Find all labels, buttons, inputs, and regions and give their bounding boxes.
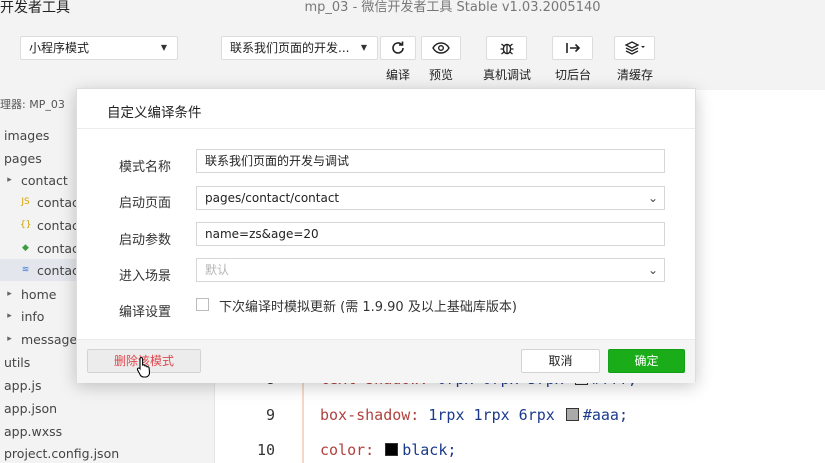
switch-background-label: 切后台 xyxy=(554,68,591,82)
preview-button[interactable] xyxy=(421,36,461,60)
tree-item-label: app.wxss xyxy=(4,423,63,439)
css-value-tail: #aaa; xyxy=(582,406,628,424)
color-swatch[interactable] xyxy=(565,408,579,421)
tree-item[interactable]: ▸ home xyxy=(0,283,56,305)
tree-item-label: message xyxy=(21,331,78,347)
color-swatch[interactable] xyxy=(385,443,399,456)
tree-item-label: home xyxy=(21,286,57,302)
scene-placeholder: 默认 xyxy=(205,263,230,277)
switch-background-button[interactable] xyxy=(552,36,593,60)
tree-item[interactable]: utils xyxy=(0,351,30,373)
mode-select-value: 小程序模式 xyxy=(29,41,90,55)
tree-item[interactable]: ▸ contact xyxy=(0,169,68,191)
refresh-icon xyxy=(392,41,404,54)
compile-button[interactable] xyxy=(380,36,416,60)
js-file-icon: JS xyxy=(21,197,30,207)
scene-select[interactable]: 默认 ⌄ xyxy=(196,258,665,282)
caret-down-icon: ▼ xyxy=(360,43,367,52)
simulate-update-text: 下次编译时模拟更新 (需 1.9.90 及以上基础库版本) xyxy=(219,300,517,315)
mode-name-input[interactable]: 联系我们页面的开发与调试 xyxy=(196,149,665,173)
tree-item[interactable]: app.wxss xyxy=(0,420,62,442)
css-property: color: xyxy=(320,441,375,459)
compile-mode-select[interactable]: 联系我们页面的开发... ▼ xyxy=(221,36,378,60)
tree-item[interactable]: pages xyxy=(0,147,42,169)
folder-icon: ▸ xyxy=(7,334,12,344)
mode-select[interactable]: 小程序模式 ▼ xyxy=(20,36,178,60)
switch-background-icon xyxy=(565,43,580,53)
dialog-title: 自定义编译条件 xyxy=(107,105,202,121)
tree-item-label: pages xyxy=(4,150,42,166)
compile-settings-label: 编译设置 xyxy=(119,305,172,320)
mode-name-label: 模式名称 xyxy=(119,160,172,175)
tree-item[interactable]: ▸ message xyxy=(0,328,77,350)
preview-label: 预览 xyxy=(428,68,453,82)
tree-item[interactable]: app.js xyxy=(0,374,42,396)
start-params-value: name=zs&age=20 xyxy=(205,227,319,241)
css-property: box-shadow: xyxy=(320,406,420,424)
css-value xyxy=(374,441,383,459)
wxss-file-icon: ≋ xyxy=(21,265,30,275)
scene-label: 进入场景 xyxy=(119,269,172,284)
json-file-icon: {} xyxy=(20,220,32,230)
tree-item-label: images xyxy=(4,127,50,143)
code-line[interactable]: box-shadow: 1rpx 1rpx 6rpx #aaa; xyxy=(320,406,628,424)
css-value-tail: black; xyxy=(402,441,457,459)
tree-item-label: app.json xyxy=(4,400,58,416)
tree-item[interactable]: project.config.json xyxy=(0,442,119,463)
simulate-update-checkbox[interactable] xyxy=(196,298,209,311)
tree-item-label: utils xyxy=(4,354,31,370)
tree-item-label: app.js xyxy=(4,377,42,393)
code-line[interactable]: color: black; xyxy=(320,441,456,459)
line-number: 9 xyxy=(265,406,275,424)
caret-down-icon: ▼ xyxy=(160,43,167,52)
compile-label: 编译 xyxy=(385,68,410,82)
css-value: 1rpx 1rpx 6rpx xyxy=(419,406,564,424)
folder-icon: ▸ xyxy=(7,175,12,185)
tree-item[interactable]: app.json xyxy=(0,397,57,419)
layers-icon xyxy=(624,41,645,55)
line-number: 10 xyxy=(256,441,275,459)
wxml-file-icon: ◆ xyxy=(22,243,29,253)
tree-item[interactable]: ▸ info xyxy=(0,305,44,327)
remote-debug-label: 真机调试 xyxy=(482,68,531,82)
tree-item-label: info xyxy=(21,308,45,324)
dialog-header: 自定义编译条件 xyxy=(77,89,695,129)
mode-name-value: 联系我们页面的开发与调试 xyxy=(205,154,350,168)
hand-cursor-icon xyxy=(136,356,151,378)
chevron-down-icon: ⌄ xyxy=(647,191,658,205)
remote-debug-button[interactable] xyxy=(486,36,527,60)
toolbar: 小程序模式 ▼ 联系我们页面的开发... ▼ 编译 预览 真机调试 切后台 清缓… xyxy=(0,22,825,87)
start-page-value: pages/contact/contact xyxy=(205,191,340,205)
eye-icon xyxy=(432,42,450,54)
dialog-footer: 删除该模式 取消 确定 xyxy=(77,339,695,383)
tree-item-label: contact xyxy=(21,172,68,188)
folder-icon: ▸ xyxy=(7,311,12,321)
compile-mode-value: 联系我们页面的开发... xyxy=(230,41,350,55)
clear-cache-button[interactable] xyxy=(614,36,655,60)
clear-cache-label: 清缓存 xyxy=(616,68,653,82)
cancel-button[interactable]: 取消 xyxy=(521,349,600,373)
window-title: mp_03 - 微信开发者工具 Stable v1.03.2005140 xyxy=(304,0,601,15)
bug-icon xyxy=(500,43,513,55)
tree-item-label: project.config.json xyxy=(4,445,120,461)
explorer-title: 理器: MP_03 xyxy=(0,98,65,111)
custom-compile-dialog: 自定义编译条件 模式名称 联系我们页面的开发与调试 启动页面 pages/con… xyxy=(76,88,696,383)
chevron-down-icon: ⌄ xyxy=(647,263,658,277)
confirm-button[interactable]: 确定 xyxy=(608,349,685,373)
folder-icon: ▸ xyxy=(7,289,12,299)
start-page-select[interactable]: pages/contact/contact ⌄ xyxy=(196,186,665,210)
start-params-input[interactable]: name=zs&age=20 xyxy=(196,222,665,246)
start-params-label: 启动参数 xyxy=(119,233,172,248)
title-bar: 开发者工具 mp_03 - 微信开发者工具 Stable v1.03.20051… xyxy=(0,0,825,22)
start-page-label: 启动页面 xyxy=(119,196,172,211)
tree-item[interactable]: images xyxy=(0,124,49,146)
